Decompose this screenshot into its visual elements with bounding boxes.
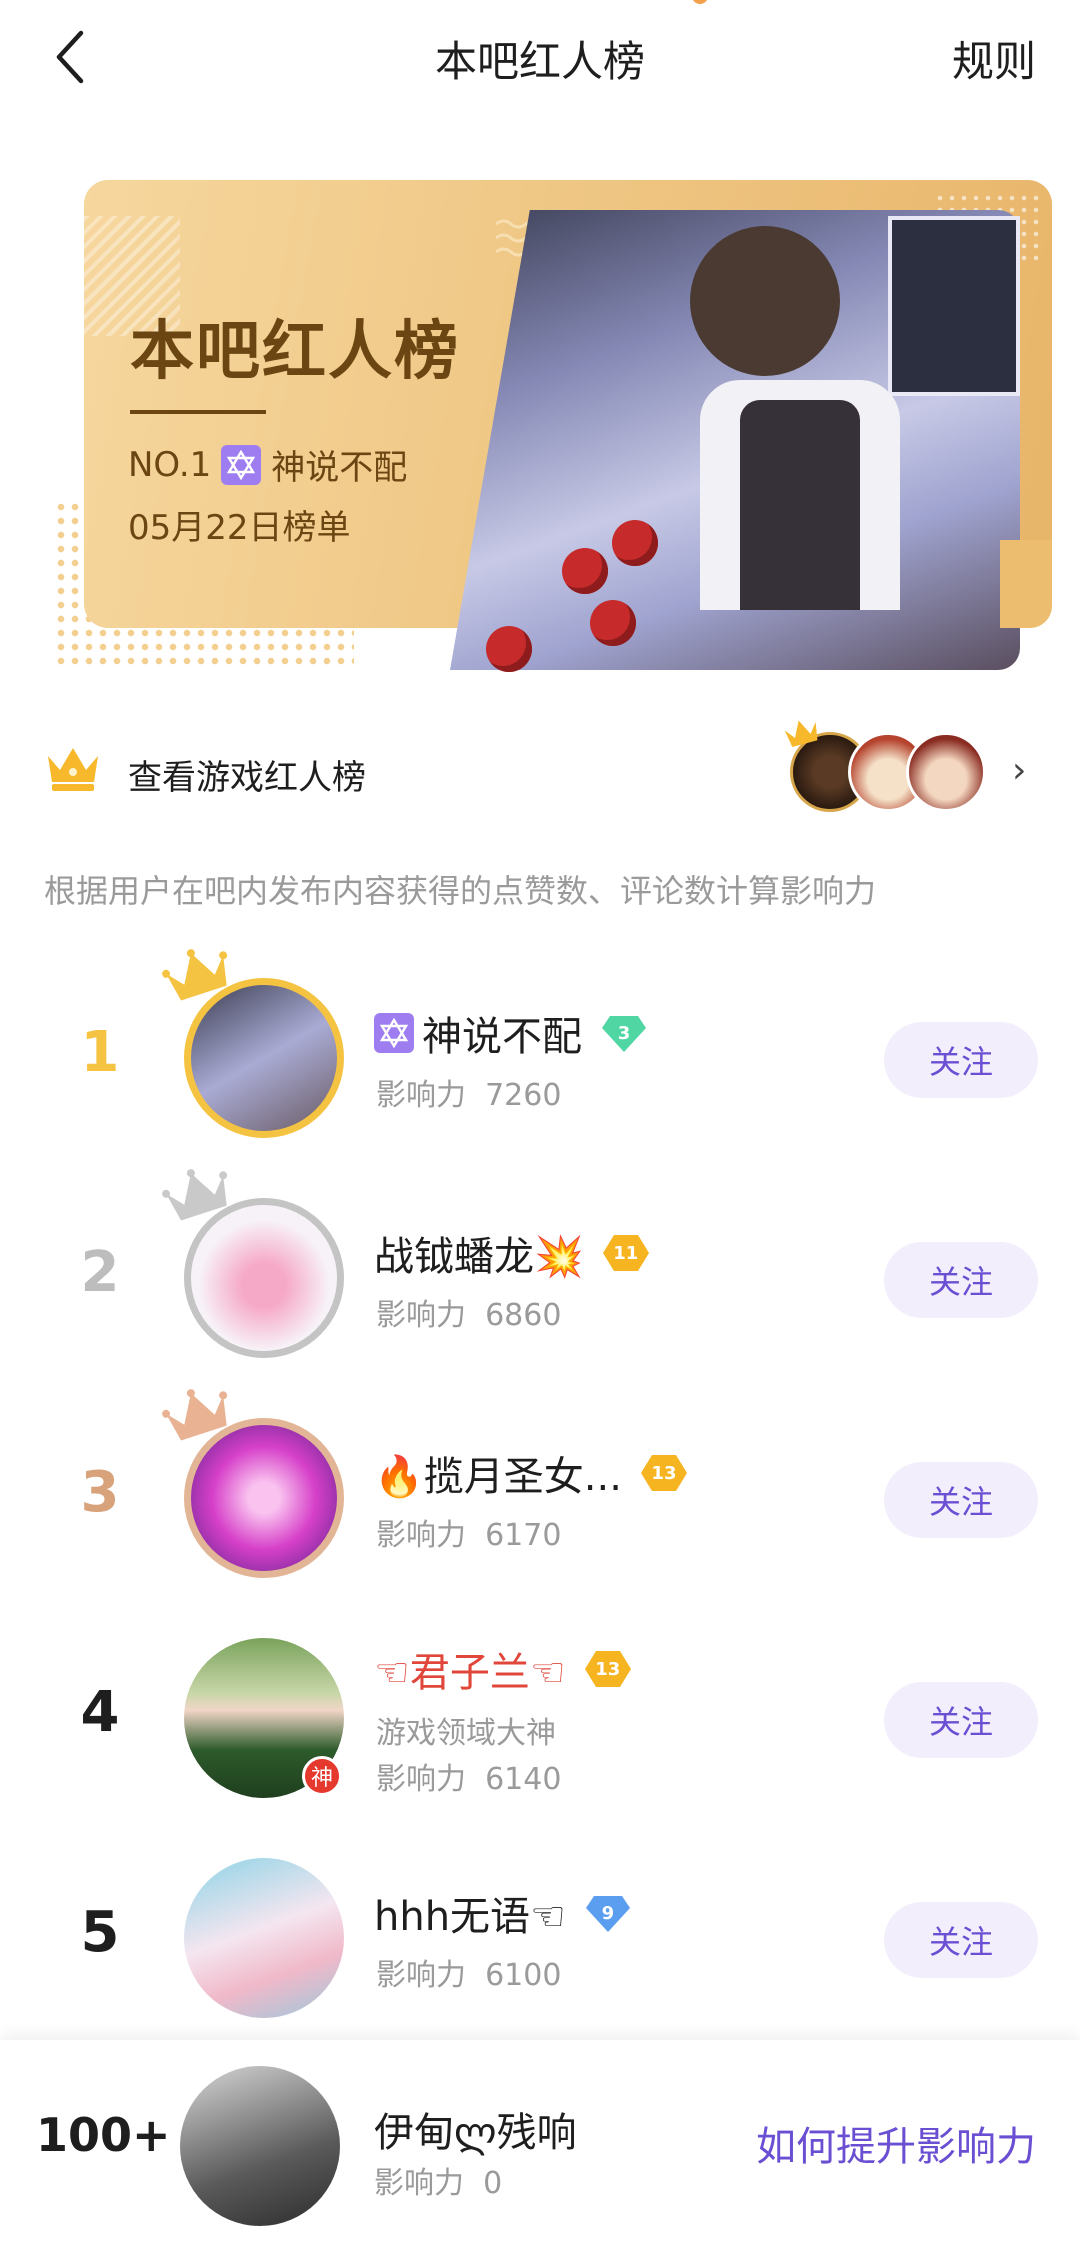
small-crown-icon — [784, 720, 818, 747]
ranking-row[interactable]: 5 hhh无语☜ 9 影响力 6100 关注 — [0, 1850, 1080, 2030]
no1-username: 神说不配 — [271, 448, 408, 488]
avatar-container[interactable]: 神 — [184, 1638, 344, 1798]
avatar-container[interactable] — [162, 1169, 344, 1358]
rank-number: 2 — [80, 1240, 120, 1305]
improve-influence-link[interactable]: 如何提升影响力 — [756, 2114, 1036, 2172]
game-rank-label: 查看游戏红人榜 — [128, 758, 366, 798]
level-badge: 3 — [600, 1012, 648, 1054]
rank-number: 5 — [80, 1900, 120, 1965]
my-rank-number: 100+ — [36, 2108, 171, 2162]
no1-label: NO.1 — [128, 444, 212, 485]
banner-edge-decoration — [1000, 540, 1052, 628]
ranking-row[interactable]: 2 战钺蟠龙💥 11 影响力 6860 关注 — [0, 1169, 1080, 1370]
page-title: 本吧红人榜 — [434, 37, 645, 86]
username-text: hhh无语☜ — [374, 1894, 566, 1940]
chevron-right-icon: › — [1012, 750, 1027, 791]
rules-button[interactable]: 规则 — [952, 28, 1036, 89]
rank-number: 1 — [80, 1020, 120, 1085]
avatar-container[interactable] — [184, 1858, 344, 2018]
rose-decoration — [612, 520, 658, 566]
game-rank-entry[interactable]: 查看游戏红人榜 › — [0, 720, 1080, 830]
avatar-container[interactable] — [162, 949, 344, 1138]
top-bar: 本吧红人榜 规则 — [0, 0, 1080, 120]
star-of-david-icon — [221, 444, 262, 485]
level-badge: 11 — [602, 1232, 650, 1274]
my-rank-bar: 100+ 伊甸ლ残响 影响力 0 如何提升影响力 — [0, 2040, 1080, 2253]
rose-decoration — [486, 626, 532, 672]
star-of-david-icon — [374, 1013, 414, 1053]
influence-score: 影响力 6100 — [376, 1958, 562, 1993]
banner-title-underline — [130, 410, 266, 414]
username-text: 神说不配 — [422, 1014, 582, 1060]
influence-score: 影响力 6170 — [376, 1518, 562, 1553]
illustration-figure-head — [690, 226, 840, 376]
crown-icon — [48, 748, 98, 791]
rank-number: 4 — [80, 1680, 120, 1745]
follow-button[interactable]: 关注 — [884, 1242, 1038, 1318]
top-decoration — [692, 0, 708, 4]
username: 🔥揽月圣女... 13 — [374, 1444, 688, 1502]
my-username: 伊甸ლ残响 — [374, 2110, 577, 2156]
username-text: ☜君子兰☜ — [374, 1650, 566, 1696]
god-badge: 神 — [302, 1756, 342, 1796]
username: ☜君子兰☜ 13 — [374, 1640, 632, 1698]
avatar — [184, 1858, 344, 2018]
banner-date: 05月22日榜单 — [128, 508, 351, 548]
follow-button[interactable]: 关注 — [884, 1902, 1038, 1978]
banner-top-user: NO.1 神说不配 — [128, 440, 407, 489]
ranking-row[interactable]: 1 神说不配 3 影响力 7260 关注 — [0, 949, 1080, 1150]
follow-button[interactable]: 关注 — [884, 1462, 1038, 1538]
level-badge: 13 — [640, 1452, 688, 1494]
illustration-window — [888, 216, 1020, 396]
follow-button[interactable]: 关注 — [884, 1022, 1038, 1098]
my-avatar[interactable] — [180, 2066, 340, 2226]
banner-title: 本吧红人榜 — [130, 315, 460, 389]
ranking-description: 根据用户在吧内发布内容获得的点赞数、评论数计算影响力 — [44, 872, 877, 910]
rose-decoration — [562, 548, 608, 594]
username: hhh无语☜ 9 — [374, 1884, 632, 1942]
follow-button[interactable]: 关注 — [884, 1682, 1038, 1758]
ranking-row[interactable]: 4 神 ☜君子兰☜ 13 游戏领域大神 影响力 6140 关注 — [0, 1630, 1080, 1810]
rank-number: 3 — [80, 1460, 120, 1525]
user-title: 游戏领域大神 — [376, 1716, 556, 1751]
username-text: 🔥揽月圣女... — [374, 1454, 622, 1500]
ranking-row[interactable]: 3 🔥揽月圣女... 13 影响力 6170 关注 — [0, 1389, 1080, 1590]
game-rank-avatars — [784, 720, 990, 818]
influence-score: 影响力 6860 — [376, 1298, 562, 1333]
username: 战钺蟠龙💥 11 — [374, 1224, 650, 1282]
avatar-container[interactable] — [162, 1389, 344, 1578]
level-badge: 13 — [584, 1648, 632, 1690]
influence-score: 影响力 6140 — [376, 1762, 562, 1797]
influence-score: 影响力 7260 — [376, 1078, 562, 1113]
illustration-figure-vest — [740, 400, 860, 610]
my-influence-score: 影响力 0 — [374, 2166, 503, 2201]
username-text: 战钺蟠龙💥 — [374, 1234, 584, 1280]
level-badge: 9 — [584, 1892, 632, 1934]
rose-decoration — [590, 600, 636, 646]
game-avatar — [906, 732, 986, 812]
username: 神说不配 3 — [374, 1004, 648, 1062]
